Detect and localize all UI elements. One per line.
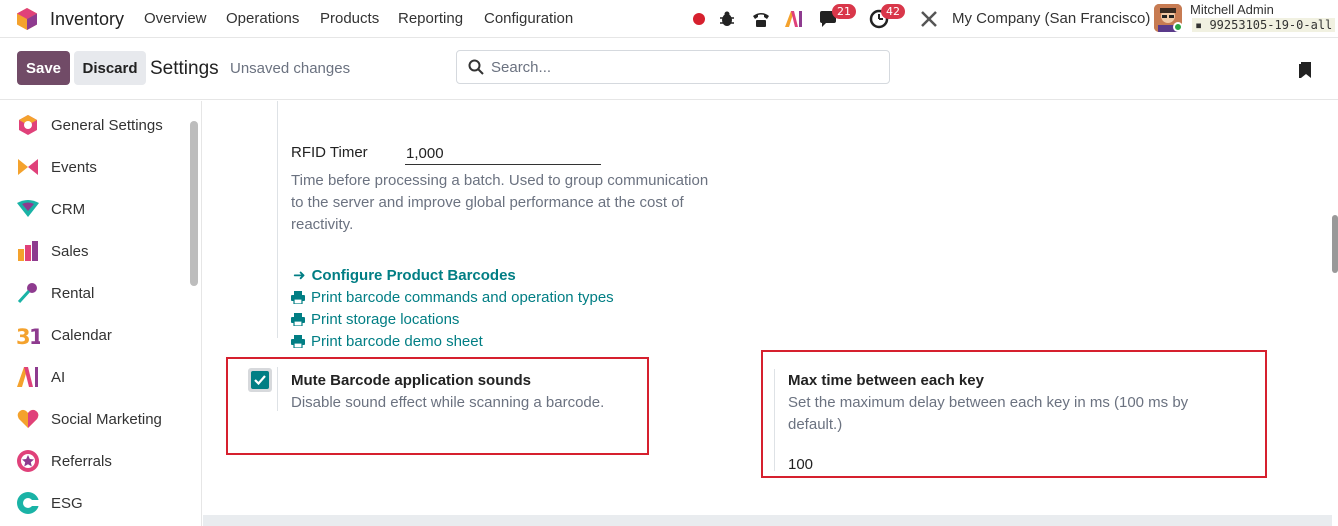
- arrow-right-icon: ➜: [293, 266, 306, 284]
- tools-icon[interactable]: [918, 8, 940, 30]
- print-barcode-commands-link[interactable]: Print barcode commands and operation typ…: [291, 289, 614, 306]
- bookmark-icon[interactable]: [1298, 60, 1314, 80]
- sidebar-item-label: ESG: [51, 495, 83, 512]
- phone-icon[interactable]: [750, 8, 772, 30]
- menu-overview[interactable]: Overview: [144, 10, 207, 27]
- bug-icon[interactable]: [716, 8, 738, 30]
- mute-sounds-title: Mute Barcode application sounds: [291, 372, 532, 389]
- top-navbar: Inventory Overview Operations Products R…: [0, 0, 1338, 38]
- control-panel: Save Discard Settings Unsaved changes: [0, 38, 1338, 100]
- max-time-input[interactable]: 100: [788, 453, 988, 475]
- setting-divider: [774, 369, 775, 471]
- database-name: ▪ 99253105-19-0-all: [1192, 18, 1336, 32]
- company-switcher[interactable]: My Company (San Francisco): [952, 10, 1150, 27]
- setting-divider: [277, 367, 278, 411]
- sidebar-item-label: General Settings: [51, 117, 163, 134]
- menu-products[interactable]: Products: [320, 10, 379, 27]
- sidebar-item-crm[interactable]: CRM: [0, 187, 186, 229]
- search-box[interactable]: [456, 50, 890, 84]
- settings-sidebar: General Settings Events CRM Sales Rental…: [0, 101, 202, 526]
- database-icon: ▪: [1195, 18, 1210, 32]
- printer-icon: [291, 291, 305, 304]
- settings-content: RFID Timer 1,000 Time before processing …: [203, 101, 1338, 526]
- events-icon: [18, 159, 38, 175]
- printer-icon: [291, 335, 305, 348]
- sidebar-item-label: Referrals: [51, 453, 112, 470]
- referrals-icon: [17, 450, 39, 472]
- max-time-title: Max time between each key: [788, 372, 984, 389]
- configure-product-barcodes-link[interactable]: ➜ Configure Product Barcodes: [293, 266, 516, 284]
- max-time-description: Set the maximum delay between each key i…: [788, 394, 1189, 433]
- checkmark-icon: [254, 375, 266, 385]
- content-bottom-strip: [203, 515, 1332, 526]
- rfid-timer-value: 1,000: [406, 145, 444, 162]
- section-divider: [277, 101, 278, 338]
- sidebar-item-label: Social Marketing: [51, 411, 162, 428]
- sidebar-item-label: Events: [51, 159, 97, 176]
- rfid-timer-description: Time before processing a batch. Used to …: [291, 172, 709, 233]
- print-storage-locations-link[interactable]: Print storage locations: [291, 311, 459, 328]
- mute-sounds-description: Disable sound effect while scanning a ba…: [291, 394, 605, 411]
- sidebar-item-esg[interactable]: ESG: [0, 481, 186, 523]
- menu-operations[interactable]: Operations: [226, 10, 299, 27]
- save-button[interactable]: Save: [17, 51, 70, 85]
- online-status-dot: [1173, 22, 1183, 32]
- svg-text:1: 1: [29, 325, 40, 347]
- sidebar-item-ai[interactable]: AI: [0, 355, 186, 397]
- sidebar-item-label: Calendar: [51, 327, 112, 344]
- ai-icon: [17, 367, 38, 387]
- mute-sounds-checkbox[interactable]: [251, 371, 269, 389]
- sidebar-scrollbar-thumb[interactable]: [190, 121, 198, 286]
- record-icon[interactable]: [688, 8, 710, 30]
- sidebar-item-sales[interactable]: Sales: [0, 229, 186, 271]
- page-title: Settings: [150, 58, 219, 79]
- sidebar-item-label: Rental: [51, 285, 95, 302]
- sidebar-item-label: AI: [51, 369, 66, 386]
- calendar-icon: 31: [16, 325, 40, 347]
- max-time-value: 100: [788, 456, 814, 473]
- sidebar-item-referrals[interactable]: Referrals: [0, 439, 186, 481]
- inventory-app-icon[interactable]: [16, 7, 38, 31]
- sidebar-item-rental[interactable]: Rental: [0, 271, 186, 313]
- menu-configuration[interactable]: Configuration: [484, 10, 573, 27]
- link-label: Print barcode commands and operation typ…: [311, 289, 614, 306]
- sidebar-item-general-settings[interactable]: General Settings: [0, 103, 186, 145]
- user-name[interactable]: Mitchell Admin: [1190, 2, 1274, 17]
- link-label: Print storage locations: [311, 311, 460, 328]
- search-input[interactable]: [491, 57, 871, 77]
- app-name[interactable]: Inventory: [50, 9, 124, 30]
- messages-badge: 21: [832, 4, 856, 19]
- print-barcode-demo-sheet-link[interactable]: Print barcode demo sheet: [291, 333, 483, 350]
- sales-icon: [18, 241, 38, 261]
- database-label: 99253105-19-0-all: [1209, 18, 1333, 32]
- printer-icon: [291, 313, 305, 326]
- discard-button[interactable]: Discard: [74, 51, 146, 85]
- sidebar-item-label: Sales: [51, 243, 89, 260]
- unsaved-status: Unsaved changes: [230, 60, 351, 77]
- rfid-timer-label: RFID Timer: [291, 144, 368, 161]
- rfid-timer-input[interactable]: 1,000: [405, 143, 601, 165]
- link-label: Configure Product Barcodes: [311, 266, 516, 284]
- social-marketing-icon: [17, 409, 39, 428]
- general-settings-icon: [19, 115, 37, 135]
- ai-assistant-icon[interactable]: [783, 8, 805, 30]
- crm-icon: [17, 200, 39, 217]
- sidebar-item-label: CRM: [51, 201, 86, 218]
- activities-badge: 42: [881, 4, 905, 19]
- link-label: Print barcode demo sheet: [311, 333, 483, 350]
- search-icon: [468, 59, 484, 75]
- esg-icon: [17, 492, 40, 514]
- sidebar-item-social-marketing[interactable]: Social Marketing: [0, 397, 186, 439]
- rental-icon: [17, 283, 37, 304]
- content-scrollbar-thumb[interactable]: [1332, 215, 1338, 273]
- menu-reporting[interactable]: Reporting: [398, 10, 463, 27]
- sidebar-item-calendar[interactable]: 31 Calendar: [0, 313, 186, 355]
- sidebar-item-events[interactable]: Events: [0, 145, 186, 187]
